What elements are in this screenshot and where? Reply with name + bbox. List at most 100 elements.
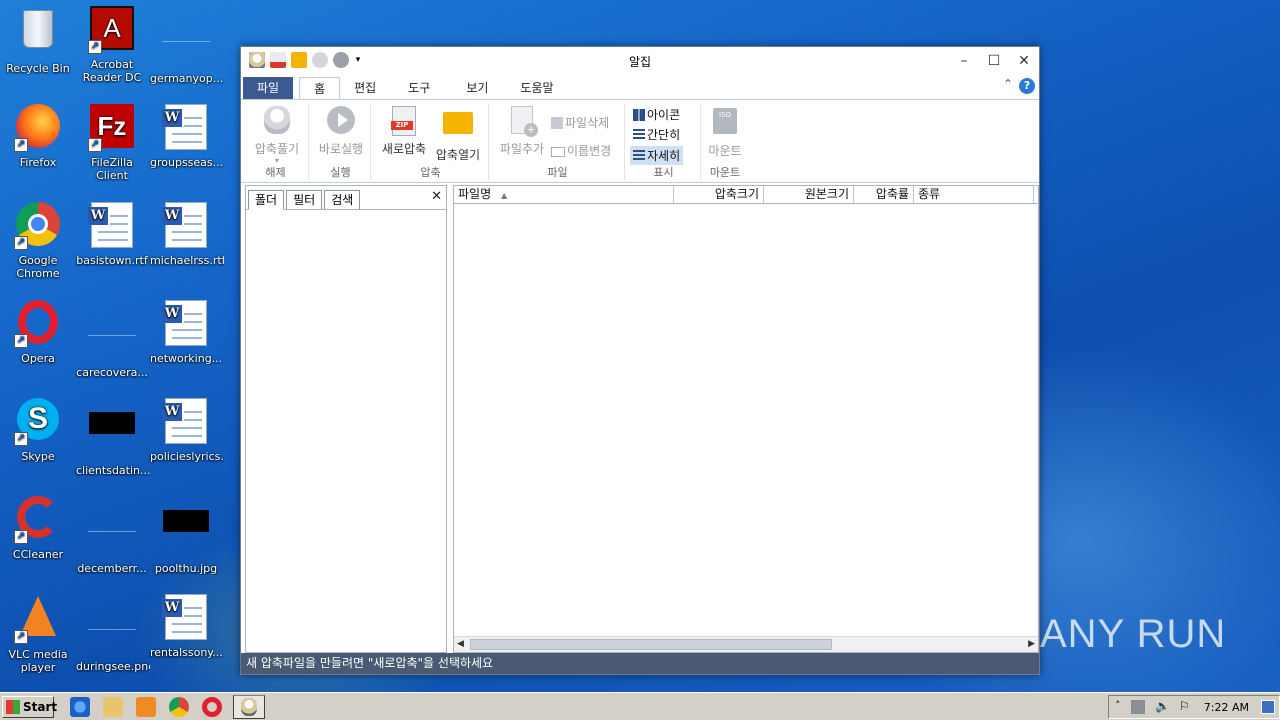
- tab-edit[interactable]: 편집: [340, 77, 390, 99]
- tab-help[interactable]: 도움말: [506, 77, 567, 99]
- ribbon-group-compress: ZIP 새로압축 압축열기 압축: [373, 104, 489, 180]
- desktop-icon-ccleaner[interactable]: ↗ CCleaner: [0, 496, 76, 561]
- word-document-icon: W: [162, 300, 210, 348]
- grid-icon: [633, 109, 645, 121]
- ribbon-group-mount: ISO 마운트 마운트: [703, 104, 747, 180]
- desktop-icon-chrome[interactable]: ↗ Google Chrome: [0, 202, 76, 280]
- view-detail-button[interactable]: 자세히: [630, 146, 684, 165]
- ribbon-group-run: 바로실행 실행: [311, 104, 371, 180]
- desktop-icon-clientsdatin[interactable]: clientsdatin...: [74, 398, 150, 477]
- desktop-icon-decemberr[interactable]: decemberr...: [74, 496, 150, 575]
- iso-disc-icon: ISO: [709, 108, 741, 140]
- skype-icon: S ↗: [14, 398, 62, 446]
- image-file-icon: [88, 412, 136, 460]
- close-icon[interactable]: ✕: [1009, 47, 1039, 75]
- column-original-size[interactable]: 원본크기: [764, 186, 854, 203]
- scroll-left-icon[interactable]: ◀: [457, 639, 464, 649]
- chevron-up-icon[interactable]: ⌃: [1003, 77, 1013, 91]
- column-compressed-size[interactable]: 압축크기: [674, 186, 764, 203]
- desktop-icon-groupsseas[interactable]: W groupsseas...: [148, 104, 224, 169]
- show-hidden-icons-icon[interactable]: ˄: [1115, 699, 1121, 712]
- close-icon[interactable]: ✕: [431, 189, 442, 204]
- desktop-icon-rentalssony[interactable]: W rentalssony...: [148, 594, 224, 659]
- internet-explorer-icon[interactable]: [70, 697, 90, 717]
- details-icon: [633, 150, 645, 162]
- tab-filter[interactable]: 필터: [286, 190, 323, 209]
- desktop-icon-skype[interactable]: S ↗ Skype: [0, 398, 76, 463]
- list-icon: [633, 129, 645, 141]
- folder-pane: 폴더 필터 검색 ✕: [245, 185, 447, 653]
- tab-search[interactable]: 검색: [324, 190, 361, 209]
- tab-file[interactable]: 파일: [243, 77, 294, 99]
- desktop-icon-poolthu[interactable]: poolthu.jpg: [148, 496, 224, 575]
- tab-home[interactable]: 홈: [299, 77, 341, 99]
- desktop-icon-opera[interactable]: ↗ Opera: [0, 300, 76, 365]
- minimize-icon[interactable]: –: [949, 47, 979, 75]
- horizontal-scrollbar[interactable]: ◀ ▶: [454, 636, 1038, 652]
- run-button[interactable]: 바로실행: [315, 106, 367, 157]
- word-document-icon: W: [162, 398, 210, 446]
- status-bar: 새 압축파일을 만들려면 "새로압축"을 선택하세요: [241, 653, 1039, 674]
- clock[interactable]: 7:22 AM: [1204, 701, 1249, 714]
- column-ratio[interactable]: 압축률: [854, 186, 914, 203]
- desktop-icon-policieslyrics[interactable]: W policieslyrics...: [148, 398, 224, 463]
- tab-folders[interactable]: 폴더: [248, 190, 285, 210]
- alzip-taskbar-button[interactable]: [233, 695, 265, 719]
- help-icon[interactable]: ?: [1019, 78, 1035, 94]
- view-simple-button[interactable]: 간단히: [633, 126, 680, 143]
- opera-taskbar-icon[interactable]: [202, 697, 222, 717]
- desktop-icon-firefox[interactable]: ↗ Firefox: [0, 104, 76, 169]
- desktop-icon-networking[interactable]: W networking...: [148, 300, 224, 365]
- blank-file-icon: [88, 608, 136, 656]
- desktop-icon-michaelrss[interactable]: W michaelrss.rtf: [148, 202, 224, 267]
- network-icon[interactable]: [1131, 700, 1145, 714]
- windows-flag-icon: [6, 700, 20, 714]
- column-type[interactable]: 종류: [914, 186, 1034, 203]
- ribbon-group-view: 아이콘 간단히 자세히 표시: [627, 104, 701, 180]
- desktop-icon-carecovera[interactable]: carecovera...: [74, 300, 150, 379]
- desktop-icon-vlc[interactable]: ↗ VLC media player: [0, 594, 76, 674]
- window-title: 알집: [628, 55, 652, 69]
- filezilla-icon: Fz ↗: [88, 104, 136, 152]
- action-center-flag-icon[interactable]: ⚐: [1179, 699, 1190, 713]
- scroll-right-icon[interactable]: ▶: [1028, 639, 1035, 649]
- desktop-icon-acrobat[interactable]: A ↗ Acrobat Reader DC: [74, 6, 150, 84]
- scrollbar-thumb[interactable]: [470, 639, 832, 650]
- system-tray: ˄ 🔈 ⚐ 7:22 AM: [1108, 695, 1280, 719]
- open-archive-button[interactable]: 압축열기: [431, 106, 485, 163]
- maximize-icon[interactable]: ☐: [979, 47, 1009, 75]
- rename-button[interactable]: 이름변경: [551, 142, 611, 159]
- desktop-icon-duringsee[interactable]: duringsee.png: [74, 594, 150, 673]
- new-zip-button[interactable]: ZIP 새로압축: [377, 106, 431, 157]
- add-file-button[interactable]: + 파일추가: [495, 106, 549, 157]
- column-filename[interactable]: 파일명 ▲: [454, 186, 674, 203]
- show-desktop-icon[interactable]: [1261, 700, 1275, 714]
- window-controls: – ☐ ✕: [949, 47, 1039, 75]
- alzip-icon: [241, 698, 257, 716]
- desktop-icon-filezilla[interactable]: Fz ↗ FileZilla Client: [74, 104, 150, 182]
- add-file-icon: +: [506, 106, 538, 138]
- extract-button[interactable]: 압축풀기 ▾: [249, 106, 305, 165]
- desktop-icon-basistown[interactable]: W basistown.rtf: [74, 202, 150, 267]
- ribbon-group-label: 파일: [547, 166, 568, 179]
- desktop-icon-germanyop[interactable]: germanyop...: [148, 6, 224, 85]
- mount-button[interactable]: ISO 마운트: [703, 106, 747, 159]
- tab-tools[interactable]: 도구: [390, 77, 448, 99]
- ribbon-group-extract: 압축풀기 ▾ 해제: [243, 104, 309, 180]
- chrome-taskbar-icon[interactable]: [169, 697, 189, 717]
- blank-file-icon: [88, 314, 136, 362]
- anyrun-watermark: ANY RUN: [1040, 612, 1227, 656]
- tab-view[interactable]: 보기: [448, 77, 506, 99]
- view-icons-button[interactable]: 아이콘: [633, 106, 680, 123]
- delete-file-button[interactable]: 파일삭제: [551, 114, 609, 131]
- ribbon: 압축풀기 ▾ 해제 바로실행 실행 ZIP 새로압축 압축열기 압축 + 파일추…: [241, 99, 1039, 183]
- volume-icon[interactable]: 🔈: [1155, 699, 1170, 713]
- start-button[interactable]: Start: [2, 696, 57, 718]
- ribbon-tabs: 파일 홈 편집 도구 보기 도움말 ⌃ ?: [241, 75, 1039, 99]
- media-player-icon[interactable]: [136, 697, 156, 717]
- desktop-icon-recycle-bin[interactable]: Recycle Bin: [0, 6, 76, 75]
- ribbon-group-label: 마운트: [709, 166, 741, 179]
- explorer-folder-icon[interactable]: [103, 697, 123, 717]
- trash-icon: [551, 117, 563, 129]
- file-list-header: 파일명 ▲ 압축크기 원본크기 압축률 종류: [454, 186, 1038, 204]
